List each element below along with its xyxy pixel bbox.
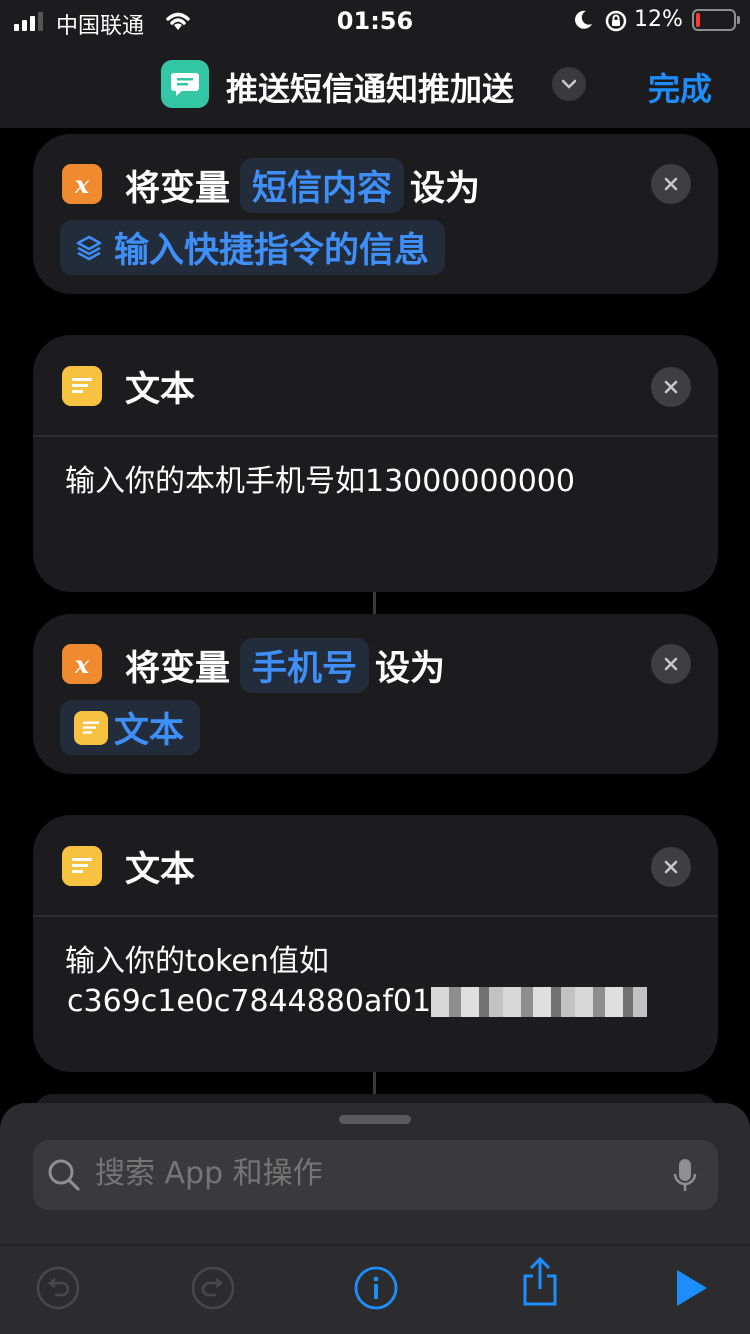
text-action-card[interactable]: 文本 输入你的token值如 c369c1e0c7844880af01 bbox=[33, 815, 718, 1072]
action-connector bbox=[373, 592, 376, 614]
battery-percentage: 12% bbox=[634, 7, 683, 32]
navigation-bar: 推送短信通知推加送 完成 bbox=[0, 44, 750, 128]
redo-icon[interactable] bbox=[189, 1264, 237, 1312]
token-label: 文本 bbox=[114, 711, 185, 751]
close-icon[interactable] bbox=[651, 847, 691, 887]
text-line: c369c1e0c7844880af01 bbox=[67, 984, 432, 1019]
text-content[interactable]: 输入你的token值如 c369c1e0c7844880af01 bbox=[65, 942, 648, 1022]
battery-icon bbox=[692, 9, 740, 31]
text-action-card[interactable]: 文本 输入你的本机手机号如13000000000 bbox=[33, 335, 718, 592]
set-variable-action-card[interactable]: x 将变量 手机号 设为 文本 bbox=[33, 614, 718, 774]
action-connector bbox=[373, 1072, 376, 1094]
variable-value-token[interactable]: 文本 bbox=[60, 700, 201, 755]
shortcut-input-icon bbox=[76, 235, 102, 260]
undo-icon[interactable] bbox=[34, 1264, 82, 1312]
text-icon bbox=[74, 710, 108, 745]
sheet-grabber[interactable] bbox=[339, 1115, 411, 1124]
variable-icon: x bbox=[62, 644, 102, 684]
action-title: 文本 bbox=[125, 850, 196, 890]
action-prefix: 将变量 bbox=[125, 649, 231, 689]
shortcut-title[interactable]: 推送短信通知推加送 bbox=[226, 64, 514, 110]
microphone-icon[interactable] bbox=[672, 1157, 698, 1195]
share-icon[interactable] bbox=[516, 1256, 564, 1306]
divider bbox=[33, 435, 718, 437]
variable-name-token[interactable]: 手机号 bbox=[240, 638, 370, 693]
action-search-sheet bbox=[0, 1103, 750, 1334]
text-content[interactable]: 输入你的本机手机号如13000000000 bbox=[65, 462, 575, 502]
set-variable-action-card[interactable]: x 将变量 短信内容 设为 输入快捷指令的信息 bbox=[33, 134, 718, 294]
text-icon bbox=[62, 366, 102, 406]
action-title: 文本 bbox=[125, 370, 196, 410]
variable-icon: x bbox=[62, 164, 102, 204]
play-icon[interactable] bbox=[667, 1264, 715, 1312]
status-bar: 中国联通 01:56 12% bbox=[0, 0, 750, 44]
search-icon bbox=[48, 1159, 80, 1191]
variable-value-token[interactable]: 输入快捷指令的信息 bbox=[60, 220, 446, 275]
redacted-mosaic bbox=[431, 987, 648, 1017]
chevron-down-icon[interactable] bbox=[552, 67, 586, 101]
action-prefix: 将变量 bbox=[125, 169, 231, 209]
close-icon[interactable] bbox=[651, 367, 691, 407]
search-input[interactable] bbox=[95, 1156, 655, 1191]
text-line: 输入你的token值如 bbox=[65, 944, 329, 979]
divider bbox=[33, 915, 718, 917]
done-button[interactable]: 完成 bbox=[648, 64, 712, 110]
message-icon[interactable] bbox=[161, 60, 209, 108]
variable-name-token[interactable]: 短信内容 bbox=[240, 158, 405, 213]
close-icon[interactable] bbox=[651, 164, 691, 204]
action-suffix: 设为 bbox=[375, 649, 446, 689]
close-icon[interactable] bbox=[651, 644, 691, 684]
do-not-disturb-icon bbox=[575, 10, 592, 29]
token-label: 输入快捷指令的信息 bbox=[114, 231, 430, 271]
editor-toolbar bbox=[0, 1244, 750, 1334]
battery-level bbox=[696, 13, 700, 27]
action-suffix: 设为 bbox=[410, 169, 481, 209]
rotation-lock-icon bbox=[605, 10, 627, 32]
info-icon[interactable] bbox=[352, 1264, 400, 1312]
search-bar[interactable] bbox=[33, 1140, 718, 1210]
text-icon bbox=[62, 846, 102, 886]
